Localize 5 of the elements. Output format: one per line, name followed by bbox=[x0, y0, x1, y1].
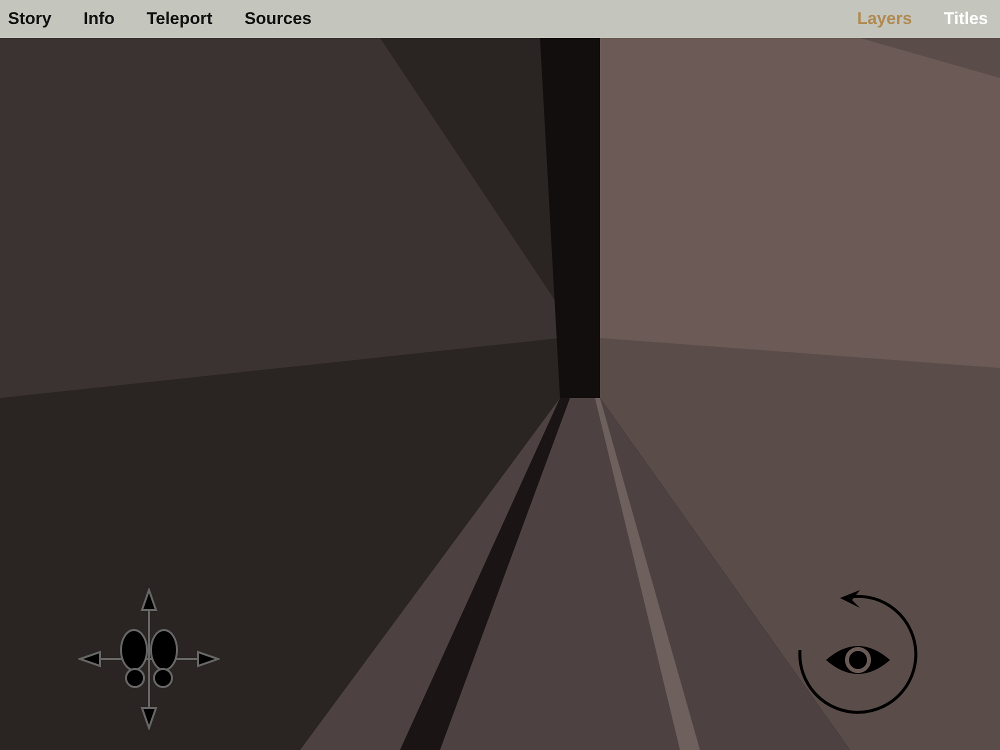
menu-item[interactable]: Sources bbox=[244, 6, 312, 32]
menu-item[interactable]: Story bbox=[8, 6, 52, 32]
walk-control-icon[interactable] bbox=[78, 588, 220, 730]
menu-item[interactable]: Info bbox=[83, 6, 115, 32]
menu-item[interactable]: Teleport bbox=[146, 6, 212, 32]
